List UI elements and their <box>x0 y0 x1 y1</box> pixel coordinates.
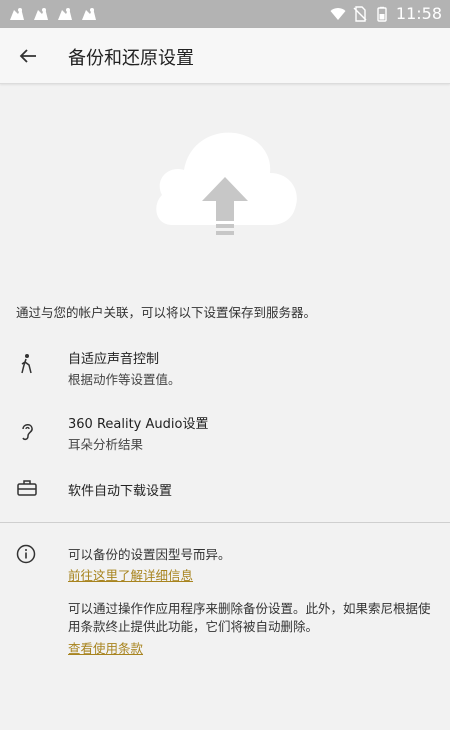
setting-title: 360 Reality Audio设置 <box>68 417 209 432</box>
intro-text: 通过与您的帐户关联，可以将以下设置保存到服务器。 <box>16 305 317 320</box>
deletion-note: 可以通过操作作应用程序来删除备份设置。此外，如果索尼根据使用条款终止提供此功能，… <box>68 601 431 634</box>
walking-icon <box>16 353 38 375</box>
status-bar: 11:58 <box>0 0 450 28</box>
setting-item-360-reality-audio: 360 Reality Audio设置 耳朵分析结果 <box>0 410 450 458</box>
system-icons: 11:58 <box>330 4 442 23</box>
setting-title: 自适应声音控制 <box>68 352 160 367</box>
notification-icons <box>8 5 98 23</box>
app-bar: 备份和还原设置 <box>0 28 450 84</box>
divider <box>0 522 450 523</box>
page-title: 备份和还原设置 <box>68 48 194 69</box>
toolbox-icon <box>16 477 38 499</box>
setting-title: 软件自动下载设置 <box>68 484 173 499</box>
ear-icon <box>16 420 38 442</box>
cloud-upload-icon <box>156 132 297 235</box>
setting-subtitle: 根据动作等设置值。 <box>68 372 181 387</box>
no-sim-icon <box>353 5 367 22</box>
notification-icon <box>58 8 72 20</box>
setting-item-auto-download: 软件自动下载设置 <box>0 475 450 505</box>
arrow-back-icon <box>19 49 36 63</box>
setting-subtitle: 耳朵分析结果 <box>68 437 144 452</box>
status-time: 11:58 <box>395 4 442 23</box>
model-note: 可以备份的设置因型号而异。 <box>68 547 231 562</box>
notification-icon <box>10 8 24 20</box>
notification-icon <box>34 8 48 20</box>
setting-item-adaptive-sound: 自适应声音控制 根据动作等设置值。 <box>0 345 450 393</box>
terms-link[interactable]: 查看使用条款 <box>68 638 143 657</box>
info-icon <box>16 544 36 564</box>
details-link[interactable]: 前往这里了解详细信息 <box>68 565 193 584</box>
back-button[interactable] <box>12 40 44 72</box>
wifi-icon <box>330 7 346 20</box>
battery-icon <box>377 6 387 22</box>
notification-icon <box>82 8 96 20</box>
